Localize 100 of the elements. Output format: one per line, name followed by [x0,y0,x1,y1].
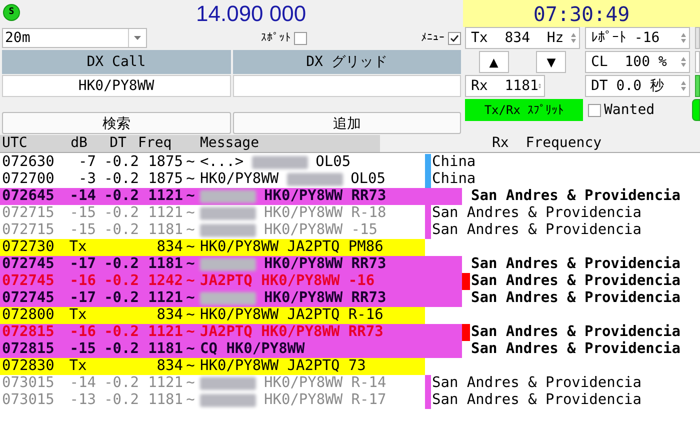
mode-cell-text: ~ [185,324,196,341]
message-text: HK0/PY8WW RR73 [264,290,386,307]
wanted-checkbox[interactable] [588,104,601,116]
freq-cell-text: 1121 [147,324,183,341]
decode-row[interactable]: 072730 Tx 834 ~ HK0/PY8WW JA2PTQ PM86 [0,239,425,256]
menu-label: ﾒﾆｭｰ [421,30,445,46]
country-text: San Andres & Providencia [431,205,642,222]
db-cell-text: Tx [68,307,88,324]
redacted-callsign [200,224,256,237]
db-cell-text: Tx [68,239,88,256]
country-text: San Andres & Providencia [470,188,681,205]
mode-cell-text: ~ [185,222,196,239]
up-button[interactable]: ▲ [478,51,509,73]
freq-cell-text: 1181 [147,341,183,358]
message-text: HK0/PY8WW RR73 [264,256,386,273]
utc-cell-text: 072645 [1,188,56,205]
cl-spinbox[interactable]: CL 100 % [585,51,690,73]
utc-cell-text: 072745 [1,273,56,290]
dt-cell-text: -0.2 [103,171,139,188]
down-button[interactable]: ▼ [536,51,566,73]
mode-cell-text: ~ [185,256,196,273]
spot-checkbox[interactable] [294,32,307,44]
db-cell-text: -15 [68,341,96,358]
country-text: San Andres & Providencia [431,222,642,239]
dt-cell-text: -0.2 [103,205,139,222]
decode-row[interactable]: 072645 -14 -0.2 1121 ~ HK0/PY8WW RR73 [0,188,425,205]
dt-cell-text: -0.2 [103,273,139,290]
clock-panel: 07:30:49 [463,0,700,27]
redacted-callsign [252,156,308,169]
decode-row[interactable]: 072800 Tx 834 ~ HK0/PY8WW JA2PTQ R-16 [0,307,425,324]
mode-cell-text: ~ [185,188,196,205]
dt-cell-text: -0.2 [103,392,139,409]
column-header: dB [70,135,88,152]
freq-cell-text: 834 [156,307,183,324]
decode-row[interactable]: 072830 Tx 834 ~ HK0/PY8WW JA2PTQ 73 [0,358,425,375]
message-text: HK0/PY8WW R-18 [264,205,386,222]
search-button[interactable]: 検索 [2,112,230,134]
country-text: China [431,171,476,188]
message-text: JA2PTQ HK0/PY8WW RR73 [200,324,384,341]
side-button[interactable] [695,51,700,73]
message-text: HK0/PY8WW -15 [264,222,378,239]
decode-row[interactable]: 072745 -17 -0.2 1181 ~ HK0/PY8WW RR73 [0,256,425,273]
decode-row[interactable]: 072815 -15 -0.2 1181 ~ CQ HK0/PY8WW [0,341,425,358]
dt-cell-text: -0.2 [103,222,139,239]
decode-row[interactable]: 072745 -17 -0.2 1121 ~ HK0/PY8WW RR73 [0,290,425,307]
mode-cell-text: ~ [185,171,196,188]
wanted-label: Wanted [604,100,655,120]
freq-cell-text: 1181 [147,256,183,273]
add-button[interactable]: 追加 [232,112,461,134]
mode-cell-text: ~ [185,392,196,409]
split-toggle-button[interactable]: Tx/Rx ｽﾌﾟﾘｯﾄ [465,99,583,121]
db-cell-text: -13 [68,392,96,409]
utc-cell-text: 072715 [1,222,56,239]
freq-cell-text: 1875 [147,154,183,171]
report-spinbox[interactable]: ﾚﾎﾟｰﾄ -16 [585,27,690,49]
dt-spinbox[interactable]: DT 0.0 秒 [585,75,690,97]
rx-frequency-spinbox[interactable]: Rx 1181 [465,75,545,97]
utc-cell-text: 072745 [1,256,56,273]
spin-arrows-icon [570,32,577,44]
spin-arrows-icon [680,32,687,44]
message-text: HK0/PY8WW JA2PTQ 73 [200,358,366,375]
db-cell-text: -16 [68,324,96,341]
db-cell-text: -14 [68,375,96,392]
side-button[interactable] [692,99,700,121]
freq-cell-text: 1121 [147,188,183,205]
message-text: HK0/PY8WW R-14 [264,375,386,392]
menu-checkbox[interactable] [448,32,461,44]
utc-cell-text: 072715 [1,205,56,222]
side-button[interactable] [695,75,700,97]
freq-cell-text: 1121 [147,290,183,307]
db-cell-text: -7 [78,154,96,171]
dx-grid-header: DX グリッド [232,50,461,74]
side-button[interactable] [695,27,700,49]
db-cell-text: Tx [68,358,88,375]
country-text: San Andres & Providencia [470,256,681,273]
column-header: Freq [138,135,173,152]
dx-call-field[interactable]: HK0/PY8WW [2,75,230,97]
message-text: HK0/PY8WW R-17 [264,392,386,409]
dx-grid-field[interactable] [232,75,461,97]
highlight-bar [425,188,462,205]
column-header: Message [199,135,260,152]
redacted-callsign [200,207,256,220]
dial-frequency: 14.090 000 [196,0,306,28]
redacted-callsign [200,258,256,271]
freq-cell-text: 834 [156,358,183,375]
freq-cell-text: 1875 [147,171,183,188]
message-text: <...> [200,154,244,171]
dx-call-header: DX Call [2,50,230,74]
db-cell-text: -14 [68,188,96,205]
utc-cell-text: 072745 [1,290,56,307]
utc-cell-text: 073015 [1,392,56,409]
db-cell-text: -17 [68,290,96,307]
mode-cell-text: ~ [185,154,196,171]
utc-cell-text: 072815 [1,341,56,358]
spin-arrows-icon [680,56,687,68]
message-text: OL05 [350,171,386,188]
mode-cell-text: ~ [185,273,196,290]
tx-frequency-spinbox[interactable]: Tx 834 Hz [465,27,580,49]
freq-cell-text: 1181 [147,392,183,409]
band-combo[interactable]: 20m [2,28,147,48]
